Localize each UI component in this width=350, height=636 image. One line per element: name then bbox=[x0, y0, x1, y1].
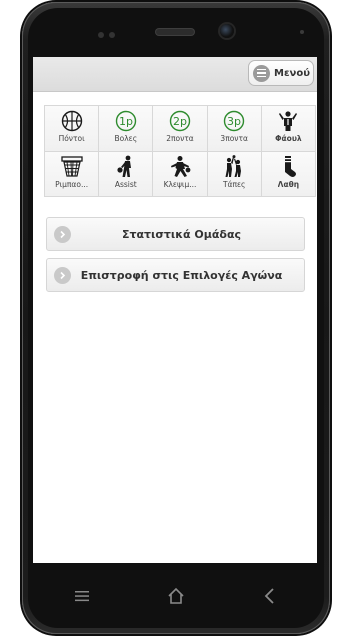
action-label: Πόντοι bbox=[58, 134, 85, 143]
action-label: Assist bbox=[114, 179, 137, 189]
app-screen: Μενού Πόντοι 1p Βολες 2p 2ποντα 3p 3ποντ… bbox=[33, 57, 317, 563]
action-two-pointers[interactable]: 2p 2ποντα bbox=[153, 106, 208, 152]
action-rebounds[interactable]: Ριμπαο... bbox=[45, 151, 100, 197]
action-label: Λαθη bbox=[277, 179, 300, 189]
action-steals[interactable]: Κλεψιμ... bbox=[153, 151, 208, 197]
recent-apps-icon[interactable] bbox=[70, 584, 94, 608]
action-turnovers[interactable]: Λαθη bbox=[261, 151, 316, 197]
stat-actions-grid: Πόντοι 1p Βολες 2p 2ποντα 3p 3ποντα Φάου… bbox=[44, 105, 316, 197]
chevron-right-icon bbox=[54, 226, 71, 243]
turnover-sock-icon bbox=[275, 155, 301, 179]
light-sensor bbox=[300, 30, 304, 34]
action-blocks[interactable]: Τάπες bbox=[207, 151, 262, 197]
front-camera bbox=[220, 24, 234, 38]
action-label: Βολες bbox=[114, 134, 138, 143]
two-pointer-2p-icon: 2p bbox=[167, 109, 193, 133]
menu-button-label: Μενού bbox=[274, 67, 310, 79]
app-header-bar: Μενού bbox=[33, 57, 317, 92]
block-players-icon bbox=[221, 154, 247, 179]
assist-player-icon bbox=[113, 155, 139, 179]
back-to-match-options-label: Επιστροφή στις Επιλογές Αγώνα bbox=[80, 268, 283, 282]
team-stats-button[interactable]: Στατιστικά Ομάδας bbox=[46, 217, 305, 251]
sensor-dots bbox=[98, 32, 118, 40]
action-three-pointers[interactable]: 3p 3ποντα bbox=[207, 106, 262, 152]
steal-player-icon bbox=[167, 155, 193, 179]
team-stats-label: Στατιστικά Ομάδας bbox=[121, 227, 242, 241]
action-label: Κλεψιμ... bbox=[163, 179, 197, 189]
chevron-right-icon bbox=[54, 267, 71, 284]
menu-hamburger-icon bbox=[253, 64, 270, 82]
menu-button[interactable]: Μενού bbox=[248, 60, 314, 86]
foul-icon bbox=[275, 109, 301, 133]
action-label: Τάπες bbox=[222, 179, 246, 189]
action-fouls[interactable]: Φάουλ bbox=[261, 106, 316, 152]
rebound-hoop-icon bbox=[59, 155, 85, 179]
action-label: Ριμπαο... bbox=[55, 179, 89, 189]
earpiece-speaker bbox=[156, 29, 194, 35]
action-free-throws[interactable]: 1p Βολες bbox=[99, 106, 154, 152]
action-label: 2ποντα bbox=[166, 134, 194, 143]
free-throw-1p-icon: 1p bbox=[113, 109, 139, 133]
android-nav-bar bbox=[28, 572, 324, 622]
svg-text:1p: 1p bbox=[119, 115, 133, 128]
action-label: Φάουλ bbox=[275, 134, 302, 143]
back-to-match-options-button[interactable]: Επιστροφή στις Επιλογές Αγώνα bbox=[46, 258, 305, 292]
action-assists[interactable]: Assist bbox=[99, 151, 154, 197]
basketball-icon bbox=[59, 109, 85, 133]
three-pointer-3p-icon: 3p bbox=[221, 109, 247, 133]
back-icon[interactable] bbox=[258, 584, 282, 608]
svg-text:2p: 2p bbox=[173, 115, 187, 128]
home-icon[interactable] bbox=[164, 584, 188, 608]
action-points[interactable]: Πόντοι bbox=[45, 106, 100, 152]
action-label: 3ποντα bbox=[220, 134, 248, 143]
svg-text:3p: 3p bbox=[227, 115, 241, 128]
